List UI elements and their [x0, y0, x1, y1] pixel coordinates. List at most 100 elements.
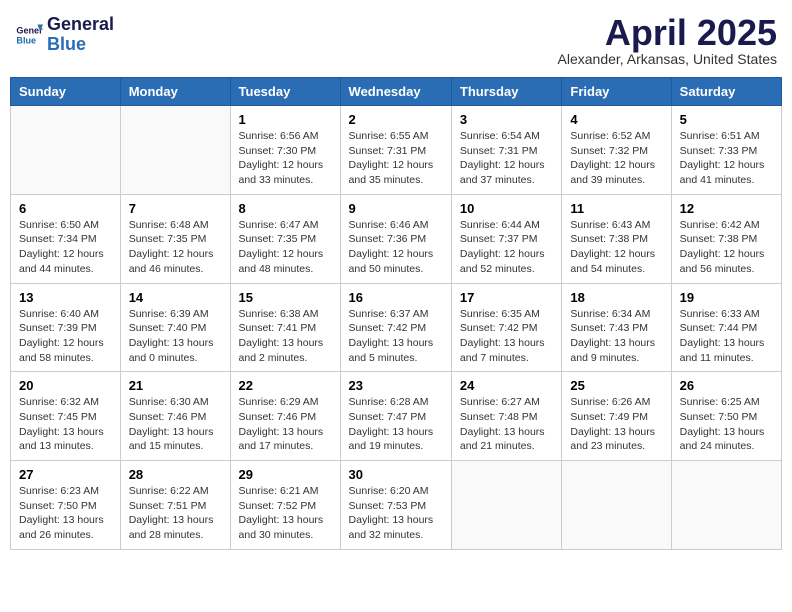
calendar-cell: 11 Sunrise: 6:43 AM Sunset: 7:38 PM Dayli… — [562, 194, 671, 283]
logo-text: GeneralBlue — [47, 15, 114, 55]
day-number: 15 — [239, 290, 332, 305]
day-number: 18 — [570, 290, 662, 305]
day-number: 1 — [239, 112, 332, 127]
calendar-cell: 22Sunrise: 6:29 AM Sunset: 7:46 PM Dayli… — [230, 372, 340, 461]
day-info: Sunrise: 6:54 AM Sunset: 7:31 PM Dayligh… — [460, 129, 553, 188]
calendar-cell: 28 Sunrise: 6:22 AM Sunset: 7:51 PM Dayli… — [120, 461, 230, 550]
day-info: Sunrise: 6:44 AM Sunset: 7:37 PM Dayligh… — [460, 218, 553, 277]
day-info: Sunrise: 6:56 AM Sunset: 7:30 PM Dayligh… — [239, 129, 332, 188]
day-info: Sunrise: 6:52 AM Sunset: 7:32 PM Dayligh… — [570, 129, 662, 188]
day-number: 6 — [19, 201, 112, 216]
calendar-cell: 16 Sunrise: 6:37 AM Sunset: 7:42 PM Dayli… — [340, 283, 451, 372]
day-of-week-header: Tuesday — [230, 78, 340, 106]
day-info: Sunrise: 6:48 AM Sunset: 7:35 PM Dayligh… — [129, 218, 222, 277]
day-of-week-header: Thursday — [451, 78, 561, 106]
calendar-cell — [120, 106, 230, 195]
day-number: 13 — [19, 290, 112, 305]
day-info: Sunrise: 6:37 AM Sunset: 7:42 PM Dayligh… — [349, 307, 443, 366]
calendar-cell: 15 Sunrise: 6:38 AM Sunset: 7:41 PM Dayli… — [230, 283, 340, 372]
day-number: 27 — [19, 467, 112, 482]
day-info: Sunrise: 6:51 AM Sunset: 7:33 PM Dayligh… — [680, 129, 773, 188]
day-number: 28 — [129, 467, 222, 482]
day-info: Sunrise: 6:50 AM Sunset: 7:34 PM Dayligh… — [19, 218, 112, 277]
day-info: Sunrise: 6:26 AM Sunset: 7:49 PM Dayligh… — [570, 395, 662, 454]
calendar-cell: 21 Sunrise: 6:30 AM Sunset: 7:46 PM Dayli… — [120, 372, 230, 461]
day-info: Sunrise: 6:21 AM Sunset: 7:52 PM Dayligh… — [239, 484, 332, 543]
calendar-cell — [11, 106, 121, 195]
day-number: 19 — [680, 290, 773, 305]
day-number: 21 — [129, 378, 222, 393]
day-number: 2 — [349, 112, 443, 127]
calendar-cell: 9 Sunrise: 6:46 AM Sunset: 7:36 PM Daylig… — [340, 194, 451, 283]
calendar-cell: 23 Sunrise: 6:28 AM Sunset: 7:47 PM Dayli… — [340, 372, 451, 461]
day-info: Sunrise: 6:20 AM Sunset: 7:53 PM Dayligh… — [349, 484, 443, 543]
day-number: 23 — [349, 378, 443, 393]
calendar-cell: 7 Sunrise: 6:48 AM Sunset: 7:35 PM Daylig… — [120, 194, 230, 283]
calendar-cell: 30 Sunrise: 6:20 AM Sunset: 7:53 PM Dayli… — [340, 461, 451, 550]
day-info: Sunrise: 6:34 AM Sunset: 7:43 PM Dayligh… — [570, 307, 662, 366]
month-title: April 2025 — [558, 15, 777, 51]
day-number: 10 — [460, 201, 553, 216]
calendar-cell: 26Sunrise: 6:25 AM Sunset: 7:50 PM Dayli… — [671, 372, 781, 461]
calendar-cell: 14Sunrise: 6:39 AM Sunset: 7:40 PM Dayli… — [120, 283, 230, 372]
day-info: Sunrise: 6:27 AM Sunset: 7:48 PM Dayligh… — [460, 395, 553, 454]
day-info: Sunrise: 6:38 AM Sunset: 7:41 PM Dayligh… — [239, 307, 332, 366]
day-number: 5 — [680, 112, 773, 127]
day-info: Sunrise: 6:55 AM Sunset: 7:31 PM Dayligh… — [349, 129, 443, 188]
day-info: Sunrise: 6:25 AM Sunset: 7:50 PM Dayligh… — [680, 395, 773, 454]
calendar-cell — [451, 461, 561, 550]
calendar-cell: 4Sunrise: 6:52 AM Sunset: 7:32 PM Daylig… — [562, 106, 671, 195]
day-number: 29 — [239, 467, 332, 482]
day-number: 30 — [349, 467, 443, 482]
day-number: 17 — [460, 290, 553, 305]
day-info: Sunrise: 6:22 AM Sunset: 7:51 PM Dayligh… — [129, 484, 222, 543]
calendar-cell: 5 Sunrise: 6:51 AM Sunset: 7:33 PM Daylig… — [671, 106, 781, 195]
calendar-cell: 19Sunrise: 6:33 AM Sunset: 7:44 PM Dayli… — [671, 283, 781, 372]
calendar: SundayMondayTuesdayWednesdayThursdayFrid… — [10, 77, 782, 550]
day-of-week-header: Friday — [562, 78, 671, 106]
day-number: 25 — [570, 378, 662, 393]
day-info: Sunrise: 6:28 AM Sunset: 7:47 PM Dayligh… — [349, 395, 443, 454]
day-info: Sunrise: 6:30 AM Sunset: 7:46 PM Dayligh… — [129, 395, 222, 454]
day-of-week-header: Sunday — [11, 78, 121, 106]
calendar-cell: 1 Sunrise: 6:56 AM Sunset: 7:30 PM Daylig… — [230, 106, 340, 195]
calendar-cell: 27 Sunrise: 6:23 AM Sunset: 7:50 PM Dayli… — [11, 461, 121, 550]
calendar-cell: 17Sunrise: 6:35 AM Sunset: 7:42 PM Dayli… — [451, 283, 561, 372]
calendar-cell: 2 Sunrise: 6:55 AM Sunset: 7:31 PM Daylig… — [340, 106, 451, 195]
day-of-week-header: Monday — [120, 78, 230, 106]
day-info: Sunrise: 6:43 AM Sunset: 7:38 PM Dayligh… — [570, 218, 662, 277]
day-info: Sunrise: 6:47 AM Sunset: 7:35 PM Dayligh… — [239, 218, 332, 277]
day-info: Sunrise: 6:32 AM Sunset: 7:45 PM Dayligh… — [19, 395, 112, 454]
location-title: Alexander, Arkansas, United States — [558, 51, 777, 67]
calendar-cell: 13 Sunrise: 6:40 AM Sunset: 7:39 PM Dayli… — [11, 283, 121, 372]
calendar-cell — [671, 461, 781, 550]
day-info: Sunrise: 6:40 AM Sunset: 7:39 PM Dayligh… — [19, 307, 112, 366]
day-of-week-header: Saturday — [671, 78, 781, 106]
day-info: Sunrise: 6:29 AM Sunset: 7:46 PM Dayligh… — [239, 395, 332, 454]
day-number: 8 — [239, 201, 332, 216]
calendar-cell: 12Sunrise: 6:42 AM Sunset: 7:38 PM Dayli… — [671, 194, 781, 283]
calendar-cell: 6 Sunrise: 6:50 AM Sunset: 7:34 PM Daylig… — [11, 194, 121, 283]
day-number: 7 — [129, 201, 222, 216]
logo-icon: General Blue — [15, 21, 43, 49]
day-of-week-header: Wednesday — [340, 78, 451, 106]
day-number: 16 — [349, 290, 443, 305]
day-number: 11 — [570, 201, 662, 216]
calendar-cell: 10 Sunrise: 6:44 AM Sunset: 7:37 PM Dayli… — [451, 194, 561, 283]
day-number: 24 — [460, 378, 553, 393]
day-info: Sunrise: 6:42 AM Sunset: 7:38 PM Dayligh… — [680, 218, 773, 277]
day-info: Sunrise: 6:46 AM Sunset: 7:36 PM Dayligh… — [349, 218, 443, 277]
day-info: Sunrise: 6:23 AM Sunset: 7:50 PM Dayligh… — [19, 484, 112, 543]
calendar-cell: 24 Sunrise: 6:27 AM Sunset: 7:48 PM Dayli… — [451, 372, 561, 461]
day-number: 20 — [19, 378, 112, 393]
day-number: 14 — [129, 290, 222, 305]
calendar-cell: 25 Sunrise: 6:26 AM Sunset: 7:49 PM Dayli… — [562, 372, 671, 461]
logo: General Blue GeneralBlue — [15, 15, 114, 55]
svg-text:Blue: Blue — [16, 35, 36, 45]
header: General Blue GeneralBlue April 2025 Alex… — [10, 10, 782, 67]
title-area: April 2025 Alexander, Arkansas, United S… — [558, 15, 777, 67]
calendar-cell: 18 Sunrise: 6:34 AM Sunset: 7:43 PM Dayli… — [562, 283, 671, 372]
calendar-cell: 3Sunrise: 6:54 AM Sunset: 7:31 PM Daylig… — [451, 106, 561, 195]
day-number: 9 — [349, 201, 443, 216]
calendar-cell: 20 Sunrise: 6:32 AM Sunset: 7:45 PM Dayli… — [11, 372, 121, 461]
